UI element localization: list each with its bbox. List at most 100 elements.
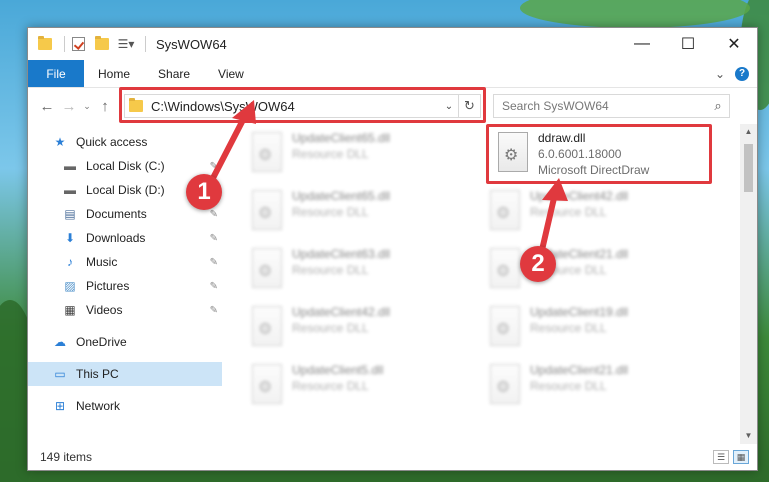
minimize-button[interactable]: — <box>619 28 665 60</box>
tab-share[interactable]: Share <box>144 60 204 87</box>
sidebar-item-label: OneDrive <box>76 335 127 349</box>
file-name: UpdateClient65.dll <box>292 189 391 203</box>
sidebar-item-label: Videos <box>86 303 123 317</box>
scroll-thumb[interactable] <box>744 144 753 192</box>
sidebar-item-label: Local Disk (D:) <box>86 183 165 197</box>
file-item[interactable]: UpdateClient19.dll Resource DLL <box>482 300 692 354</box>
recent-locations-button[interactable]: ⌄ <box>80 101 94 112</box>
tab-file[interactable]: File <box>28 60 84 87</box>
dll-file-icon <box>498 132 528 172</box>
properties-icon[interactable] <box>69 35 87 53</box>
customize-toolbar-icon[interactable]: ☰▾ <box>117 35 135 53</box>
sidebar-item-network[interactable]: ⊞ Network <box>28 394 222 418</box>
file-item[interactable]: UpdateClient21.dllResource DLL <box>482 242 692 296</box>
sidebar-item-local-disk-c[interactable]: ▬ Local Disk (C:) ✎ <box>28 154 222 178</box>
file-type: Resource DLL <box>292 147 369 161</box>
address-bar[interactable]: C:\Windows\SysWOW64 ⌄ ↻ <box>119 87 486 123</box>
search-input[interactable]: Search SysWOW64 <box>502 99 707 113</box>
network-icon: ⊞ <box>54 399 66 413</box>
main-area: ★ Quick access ▬ Local Disk (C:) ✎ ▬ Loc… <box>28 124 757 444</box>
divider <box>64 36 65 52</box>
file-item[interactable]: UpdateClient42.dll Resource DLL <box>482 184 692 238</box>
sidebar-item-label: Network <box>76 399 121 413</box>
sidebar-item-downloads[interactable]: ⬇ Downloads ✎ <box>28 226 222 250</box>
file-item-ddraw[interactable]: ddraw.dll 6.0.6001.18000 Microsoft Direc… <box>490 126 700 180</box>
dll-file-icon <box>490 190 520 230</box>
dll-file-icon <box>252 132 282 172</box>
computer-icon: ▭ <box>54 367 66 381</box>
dll-file-icon <box>252 364 282 404</box>
file-item[interactable]: UpdateClient65.dll Resource DLL <box>244 184 454 238</box>
file-name: ddraw.dll <box>538 131 586 145</box>
expand-ribbon-icon[interactable]: ⌄ <box>715 67 725 81</box>
tab-view[interactable]: View <box>204 60 258 87</box>
divider <box>145 36 146 52</box>
videos-icon: ▦ <box>64 303 76 317</box>
window-controls: — ☐ ✕ <box>619 28 757 60</box>
sidebar-item-quick-access[interactable]: ★ Quick access <box>28 130 222 154</box>
step-1-badge: 1 <box>186 174 222 210</box>
maximize-button[interactable]: ☐ <box>665 28 711 60</box>
dll-file-icon <box>252 190 282 230</box>
dll-file-icon <box>490 306 520 346</box>
file-type: Resource DLL <box>530 379 607 393</box>
scroll-up-icon[interactable]: ▲ <box>740 124 757 140</box>
file-name: UpdateClient21.dll <box>530 363 629 377</box>
tiles-view-icon[interactable]: ▦ <box>733 450 749 464</box>
file-name: UpdateClient65.dll <box>292 131 391 145</box>
address-path[interactable]: C:\Windows\SysWOW64 <box>151 99 440 114</box>
details-view-icon[interactable]: ☰ <box>713 450 729 464</box>
search-icon[interactable]: ⌕ <box>707 98 729 114</box>
forward-button[interactable]: → <box>58 98 80 115</box>
sidebar-item-videos[interactable]: ▦ Videos ✎ <box>28 298 222 322</box>
sidebar-item-label: Pictures <box>86 279 130 293</box>
new-folder-icon[interactable] <box>93 35 111 53</box>
cloud-icon: ☁ <box>54 335 66 349</box>
file-name: UpdateClient63.dll <box>292 247 391 261</box>
address-row: ← → ⌄ ↑ C:\Windows\SysWOW64 ⌄ ↻ Search S… <box>28 87 757 124</box>
title-bar: ☰▾ SysWOW64 — ☐ ✕ <box>28 28 757 60</box>
file-item[interactable]: UpdateClient42.dll Resource DLL <box>244 300 454 354</box>
drive-icon: ▬ <box>64 159 76 173</box>
sidebar-item-pictures[interactable]: ▨ Pictures ✎ <box>28 274 222 298</box>
file-name: UpdateClient5.dll <box>292 363 384 377</box>
item-count: 149 items <box>40 450 93 464</box>
sidebar-item-onedrive[interactable]: ☁ OneDrive <box>28 330 222 354</box>
dll-file-icon <box>252 248 282 288</box>
refresh-icon[interactable]: ↻ <box>458 95 480 117</box>
file-item[interactable]: UpdateClient63.dll Resource DLL <box>244 242 454 296</box>
sidebar-item-label: Quick access <box>76 135 148 149</box>
music-icon: ♪ <box>67 255 73 269</box>
sidebar-item-label: Documents <box>86 207 147 221</box>
tab-home[interactable]: Home <box>84 60 144 87</box>
pictures-icon: ▨ <box>64 279 76 293</box>
file-name: UpdateClient42.dll <box>292 305 391 319</box>
scroll-down-icon[interactable]: ▼ <box>740 428 757 444</box>
sidebar-item-label: Local Disk (C:) <box>86 159 165 173</box>
dll-file-icon <box>490 248 520 288</box>
search-box[interactable]: Search SysWOW64 ⌕ <box>493 94 730 118</box>
sidebar-item-music[interactable]: ♪ Music ✎ <box>28 250 222 274</box>
close-button[interactable]: ✕ <box>711 28 757 60</box>
sidebar-item-this-pc[interactable]: ▭ This PC <box>28 362 222 386</box>
file-type: Resource DLL <box>292 263 369 277</box>
address-dropdown-icon[interactable]: ⌄ <box>440 101 458 112</box>
ribbon-actions: ⌄ ? <box>715 60 757 87</box>
up-button[interactable]: ↑ <box>94 98 116 115</box>
file-type: Resource DLL <box>292 205 369 219</box>
status-bar: 149 items ☰ ▦ <box>28 444 757 470</box>
back-button[interactable]: ← <box>36 98 58 115</box>
file-item[interactable]: UpdateClient65.dll Resource DLL <box>244 126 454 180</box>
vertical-scrollbar[interactable]: ▲ ▼ <box>740 124 757 444</box>
file-item[interactable]: UpdateClient5.dll Resource DLL <box>244 358 454 412</box>
step-2-badge: 2 <box>520 246 556 282</box>
file-item[interactable]: UpdateClient21.dll Resource DLL <box>482 358 692 412</box>
file-type: Resource DLL <box>292 379 369 393</box>
explorer-window: ☰▾ SysWOW64 — ☐ ✕ File Home Share View ⌄… <box>27 27 758 471</box>
file-type: Resource DLL <box>530 205 607 219</box>
ribbon: File Home Share View ⌄ ? <box>28 60 757 88</box>
folder-icon <box>129 98 143 112</box>
file-name: UpdateClient42.dll <box>530 189 629 203</box>
help-icon[interactable]: ? <box>735 66 749 81</box>
file-name: UpdateClient19.dll <box>530 305 629 319</box>
